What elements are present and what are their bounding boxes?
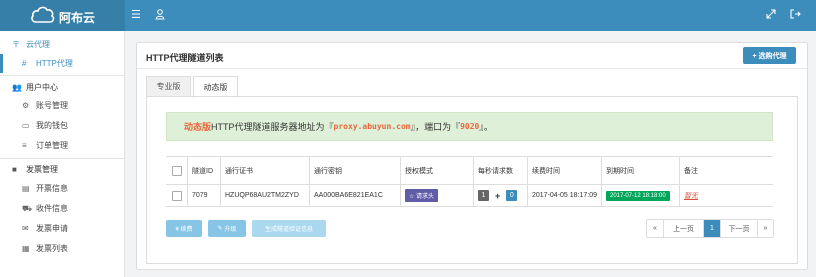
notice-port: 9020 — [460, 122, 480, 131]
secret: AA000BA6E821EA1C — [309, 185, 400, 206]
hash-icon: # — [22, 59, 27, 68]
sidebar-item-label: HTTP代理 — [36, 59, 73, 68]
sidebar-group-label: 云代理 — [26, 40, 50, 49]
table-header: 隧道ID 通行证书 通行密钥 授权模式 每秒请求数 续费时间 到期时间 备注 — [166, 157, 773, 185]
rps-add-value[interactable]: 0 — [506, 190, 518, 201]
expire-time-badge: 2017-07-12 18:18:00 — [606, 190, 670, 201]
sidebar-item-label: 开票信息 — [36, 184, 68, 193]
col-header: 每秒请求数 — [473, 157, 527, 184]
top-navbar: 阿布云 ☰ — [0, 0, 816, 31]
sidebar-group-label: 用户中心 — [26, 83, 58, 92]
col-header: 隧道ID — [187, 157, 220, 184]
generate-auth-button[interactable]: 生成隧道验证信息 — [252, 220, 326, 237]
pagination: « 上一页 1 下一页 » — [646, 219, 774, 238]
sliders-icon: 〒 — [12, 40, 20, 49]
page-title: HTTP代理隧道列表 — [146, 53, 224, 63]
remark-cell: 暂无 — [679, 185, 773, 206]
menu-icon[interactable]: ☰ — [131, 9, 141, 21]
sidebar-item-account[interactable]: ⚙ 账号管理 — [0, 96, 125, 115]
prev-page-button[interactable]: 上一页 — [663, 220, 703, 237]
sidebar-group-user-center[interactable]: 👥 用户中心 — [0, 79, 125, 96]
sidebar-group-cloud-proxy[interactable]: 〒 云代理 — [0, 36, 125, 53]
first-page-arrow[interactable]: « — [647, 220, 663, 237]
select-all-checkbox[interactable] — [171, 165, 182, 176]
tunnel-id: 7079 — [187, 185, 220, 206]
sidebar-item-invoice-apply[interactable]: ✉ 发票申请 — [0, 219, 125, 238]
row-checkbox[interactable] — [171, 190, 182, 201]
tab-dynamic[interactable]: 动态版 — [193, 76, 238, 98]
folder-icon: ■ — [12, 165, 17, 174]
sidebar-item-label: 收件信息 — [36, 204, 68, 213]
sidebar-item-label: 发票列表 — [36, 244, 68, 253]
auth-mode-badge[interactable]: ☆ 请求头 — [405, 189, 439, 202]
col-header: 备注 — [679, 157, 773, 184]
renew-button[interactable]: ¥ 续费 — [166, 220, 202, 237]
sidebar-item-http-proxy[interactable]: # HTTP代理 — [0, 54, 125, 73]
sidebar-item-label: 发票申请 — [36, 224, 68, 233]
sidebar-item-orders[interactable]: ≡ 订单管理 — [0, 136, 125, 155]
current-page[interactable]: 1 — [703, 220, 720, 237]
sidebar-item-label: 我的钱包 — [36, 121, 68, 130]
sidebar-item-wallet[interactable]: ▭ 我的钱包 — [0, 116, 125, 135]
upgrade-button[interactable]: ✎ 升级 — [208, 220, 246, 237]
buy-proxy-button[interactable]: + 选购代理 — [743, 47, 796, 64]
expand-icon[interactable] — [766, 9, 776, 22]
renew-time: 2017-04-05 18:17:09 — [527, 185, 601, 206]
notice-badge: 动态版 — [184, 122, 212, 132]
logout-icon[interactable] — [790, 9, 801, 22]
sidebar-item-label: 账号管理 — [36, 101, 68, 110]
remark-text[interactable]: 暂无 — [684, 191, 698, 201]
notice-host: proxy.abuyun.com — [333, 122, 411, 131]
sidebar-group-label: 发票管理 — [26, 165, 58, 174]
notice-text-after: 』。 — [479, 122, 493, 132]
plus-icon[interactable]: + — [495, 191, 500, 201]
logo-text: 阿布云 — [59, 11, 96, 25]
document-icon: ▤ — [22, 184, 30, 193]
sidebar-item-invoice-info[interactable]: ▤ 开票信息 — [0, 179, 125, 198]
server-notice: 动态版 HTTP代理隧道服务器地址为『 proxy.abuyun.com 』，端… — [166, 112, 773, 141]
sidebar: 〒 云代理 # HTTP代理 👥 用户中心 ⚙ 账号管理 ▭ 我的钱包 ≡ 订单… — [0, 31, 125, 277]
sidebar-item-invoice-list[interactable]: ▦ 发票列表 — [0, 239, 125, 258]
col-header: 通行密钥 — [309, 157, 400, 184]
col-header: 通行证书 — [220, 157, 309, 184]
expire-time-cell: 2017-07-12 18:18:00 — [601, 185, 679, 206]
notice-text-mid: 』，端口为『 — [410, 122, 461, 132]
next-page-button[interactable]: 下一页 — [720, 220, 757, 237]
panel-divider — [137, 68, 807, 69]
sidebar-item-recipient-info[interactable]: ⛟ 收件信息 — [0, 199, 125, 218]
cloud-logo-icon — [31, 6, 55, 23]
col-header: 到期时间 — [601, 157, 679, 184]
rps-value: 1 — [478, 190, 489, 201]
sidebar-divider — [0, 158, 125, 159]
license: HZUQP68AU2TM2ZYD — [220, 185, 309, 206]
user-icon[interactable] — [155, 9, 165, 23]
sidebar-group-invoice[interactable]: ■ 发票管理 — [0, 161, 125, 178]
gear-icon: ⚙ — [22, 101, 30, 110]
sidebar-item-label: 订单管理 — [36, 141, 68, 150]
sidebar-divider — [0, 75, 125, 76]
logo[interactable]: 阿布云 — [0, 0, 125, 31]
notice-text-before: HTTP代理隧道服务器地址为『 — [211, 122, 334, 132]
tab-professional[interactable]: 专业版 — [146, 76, 191, 97]
folder-icon: ▭ — [22, 121, 30, 130]
users-icon: 👥 — [12, 83, 22, 92]
truck-icon: ⛟ — [22, 203, 33, 213]
upgrade-label: 升级 — [224, 227, 237, 233]
col-header: 授权模式 — [400, 157, 473, 184]
envelope-icon: ✉ — [22, 224, 29, 233]
rps-cell: 1 + 0 — [473, 185, 527, 206]
list-icon: ≡ — [22, 141, 27, 150]
col-header: 续费时间 — [527, 157, 601, 184]
table-icon: ▦ — [22, 244, 30, 253]
last-page-arrow[interactable]: » — [757, 220, 773, 237]
auth-mode-cell: ☆ 请求头 — [400, 185, 473, 206]
pencil-icon: ✎ — [217, 226, 225, 232]
table-row: 7079 HZUQP68AU2TM2ZYD AA000BA6E821EA1C ☆… — [166, 185, 773, 206]
tunnel-table: 隧道ID 通行证书 通行密钥 授权模式 每秒请求数 续费时间 到期时间 备注 7… — [166, 156, 773, 207]
